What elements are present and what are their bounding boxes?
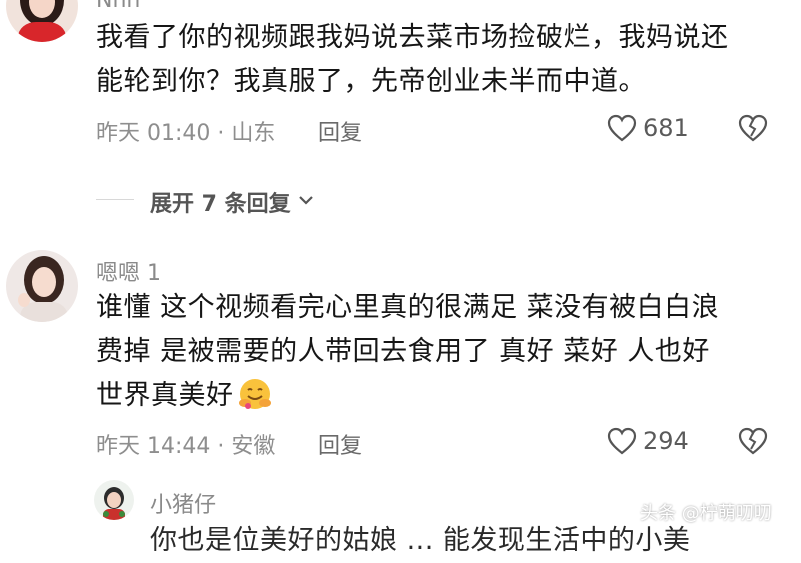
comment-line: 你也是位美好的姑娘 ... 能发现生活中的小美 <box>150 525 691 556</box>
comment-line: 世界真美好 <box>96 380 234 411</box>
broken-heart-icon <box>738 427 768 455</box>
dislike-button[interactable] <box>738 427 768 455</box>
avatar[interactable] <box>6 0 78 42</box>
like-count: 294 <box>643 427 689 455</box>
commenter-name[interactable]: 嗯嗯 1 <box>96 255 161 287</box>
watermark: 头条 @柠萌叨叨 <box>640 503 772 524</box>
divider <box>96 199 134 200</box>
expand-replies-button[interactable]: 展开 7 条回复 <box>150 186 317 218</box>
avatar[interactable] <box>6 250 78 322</box>
broken-heart-icon <box>738 114 768 142</box>
comment-meta: 昨天 14:44 · 安徽 <box>96 434 276 459</box>
dislike-button[interactable] <box>738 114 768 142</box>
comment-text: 我看了你的视频跟我妈说去菜市场捡破烂，我妈说还 能轮到你？我真服了，先帝创业未半… <box>96 16 786 104</box>
heart-outline-icon <box>607 114 637 142</box>
comment-text: 谁懂 这个视频看完心里真的很满足 菜没有被白白浪 费掉 是被需要的人带回去食用了… <box>96 286 786 418</box>
reply-button[interactable]: 回复 <box>318 428 362 460</box>
chevron-down-icon <box>295 189 317 215</box>
commenter-name[interactable]: Nnn <box>96 0 140 13</box>
reply-button[interactable]: 回复 <box>318 115 362 147</box>
comment-line: 费掉 是被需要的人带回去食用了 真好 菜好 人也好 <box>96 336 710 367</box>
heart-outline-icon <box>607 427 637 455</box>
avatar[interactable] <box>94 480 134 520</box>
hugging-face-emoji-icon <box>236 375 274 417</box>
expand-replies-label: 展开 7 条回复 <box>150 192 291 217</box>
comment-line: 我看了你的视频跟我妈说去菜市场捡破烂，我妈说还 <box>96 22 729 53</box>
comment-meta: 昨天 01:40 · 山东 <box>96 121 276 146</box>
comment-line: 能轮到你？我真服了，先帝创业未半而中道。 <box>96 66 646 97</box>
like-button[interactable] <box>607 427 637 455</box>
comment-line: 谁懂 这个视频看完心里真的很满足 菜没有被白白浪 <box>96 292 720 323</box>
commenter-name[interactable]: 小猪仔 <box>150 487 216 519</box>
like-button[interactable] <box>607 114 637 142</box>
comment-line-with-emoji: 世界真美好 <box>96 374 786 418</box>
like-count: 681 <box>643 114 689 142</box>
